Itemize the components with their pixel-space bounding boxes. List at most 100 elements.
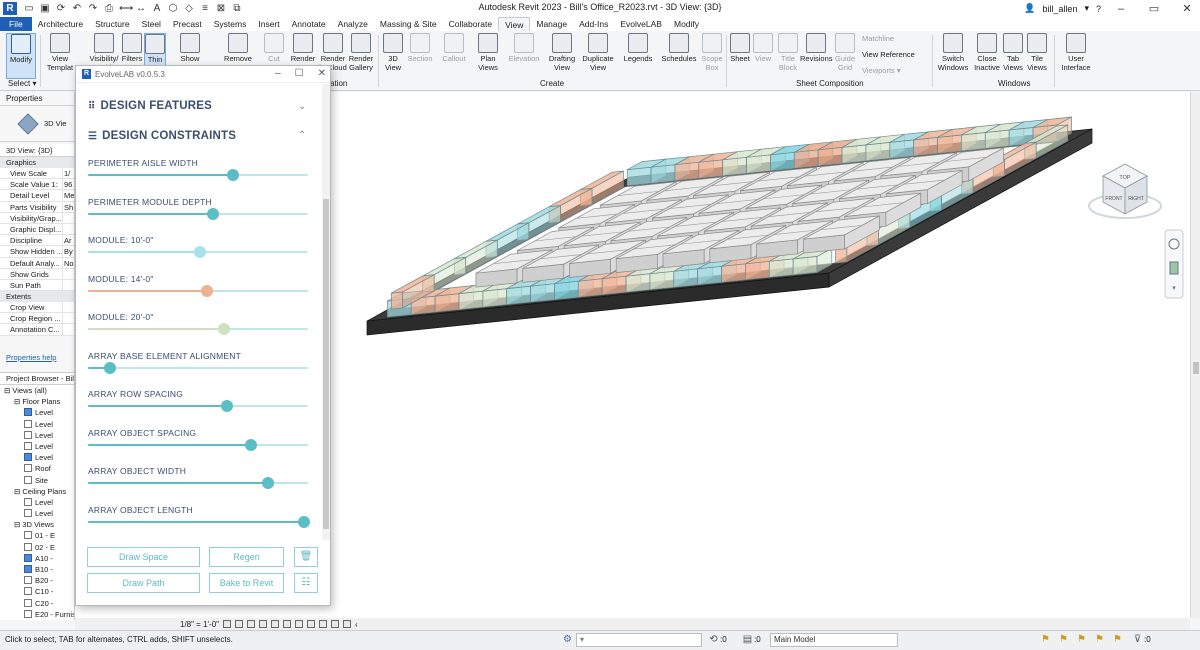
revisions-button[interactable]: Revisions — [800, 33, 833, 64]
property-row[interactable]: Scale Value 1: 96 — [0, 179, 74, 191]
view-reference-button[interactable]: View Reference — [862, 50, 915, 59]
tab-file[interactable]: File — [0, 17, 32, 31]
dialog-scrollbar[interactable] — [322, 84, 330, 540]
render-button[interactable]: Render — [289, 33, 317, 64]
minimize-button[interactable]: – — [1108, 3, 1134, 15]
dimension-icon[interactable]: ↔ — [135, 3, 147, 15]
property-value[interactable] — [63, 269, 74, 279]
legends-button[interactable]: Legends — [622, 33, 654, 64]
guide-grid-button[interactable]: Guide Grid — [834, 33, 856, 72]
3d-view-icon[interactable]: ⬡ — [167, 3, 179, 15]
signin-icon[interactable]: 👤 — [1024, 3, 1035, 14]
tab-systems[interactable]: Systems — [208, 17, 253, 31]
browser-item[interactable]: B20 - — [0, 575, 74, 586]
viewports-dropdown[interactable]: Viewports ▾ — [862, 66, 901, 75]
trash-icon[interactable]: 🗑 — [294, 547, 318, 567]
browser-item[interactable]: Site — [0, 475, 74, 486]
property-value[interactable]: Ar — [63, 235, 74, 245]
tile-views-button[interactable]: Tile Views — [1026, 33, 1048, 72]
close-button[interactable]: ✕ — [1174, 2, 1200, 15]
browser-item[interactable]: Level — [0, 407, 74, 418]
slider-handle[interactable] — [104, 361, 116, 374]
save-icon[interactable]: ▣ — [39, 3, 51, 15]
plan-views-button[interactable]: Plan Views — [476, 33, 500, 72]
property-value[interactable] — [63, 280, 74, 290]
tab-modify[interactable]: Modify — [668, 17, 705, 31]
type-selector[interactable]: 3D Vie — [0, 106, 74, 142]
duplicate-view-button[interactable]: Duplicate View — [580, 33, 616, 72]
view-templates-button[interactable]: View Templat — [44, 33, 76, 72]
browser-item[interactable]: ⊟ Views (all) — [0, 385, 74, 396]
user-name[interactable]: bill_allen — [1042, 4, 1077, 14]
title-block-button[interactable]: Title Block — [776, 33, 800, 72]
browser-item[interactable]: Level — [0, 452, 74, 463]
section-extents[interactable]: Extents — [0, 291, 74, 303]
property-row[interactable]: Show Grids — [0, 268, 74, 280]
slider-track[interactable] — [88, 438, 308, 451]
browser-item[interactable]: Level — [0, 508, 74, 519]
reveal-hidden-icon[interactable] — [331, 620, 340, 628]
draw-path-button[interactable]: Draw Path — [87, 573, 200, 593]
property-row[interactable]: Annotation C... — [0, 324, 74, 336]
lock-view-icon[interactable] — [307, 620, 316, 628]
property-row[interactable]: View Scale 1/ — [0, 168, 74, 180]
property-value[interactable]: Me — [63, 190, 74, 200]
redo-icon[interactable]: ↷ — [87, 3, 99, 15]
property-value[interactable] — [63, 224, 74, 234]
drag-elements-icon[interactable]: ⚑ — [1112, 634, 1123, 645]
dialog-minimize-button[interactable]: – — [275, 68, 281, 79]
view-scale[interactable]: 1/8" = 1'-0" — [180, 620, 219, 629]
visual-style-icon[interactable] — [235, 620, 244, 628]
remove-button[interactable]: Remove — [222, 33, 254, 64]
design-features-header[interactable]: ⠿ DESIGN FEATURES — [88, 100, 212, 112]
matchline-button[interactable]: Matchline — [862, 34, 894, 43]
slider-handle[interactable] — [200, 284, 213, 297]
slider-track[interactable] — [88, 515, 310, 528]
property-value[interactable]: Sh — [63, 202, 74, 212]
property-row[interactable]: Visibility/Grap... — [0, 212, 74, 224]
slider-handle[interactable] — [227, 169, 240, 181]
property-value[interactable] — [63, 324, 74, 334]
slider-handle[interactable] — [244, 438, 257, 451]
slider-handle[interactable] — [262, 477, 275, 489]
switch-windows-icon[interactable]: ⧉ — [231, 3, 243, 15]
collapse-arrow-icon[interactable]: ‹ — [355, 620, 358, 629]
dialog-titlebar[interactable]: R EvolveLAB v0.0.5.3 – ☐ ✕ — [76, 66, 330, 83]
slider-handle[interactable] — [220, 400, 233, 412]
scope-box-button[interactable]: Scope Box — [700, 33, 724, 72]
view-cube[interactable]: TOP FRONT RIGHT — [1088, 163, 1162, 219]
cart-icon[interactable]: ▾ — [1084, 3, 1089, 14]
slider-track[interactable] — [88, 400, 308, 412]
detail-level-icon[interactable] — [223, 620, 232, 628]
section-graphics[interactable]: Graphics — [0, 157, 74, 168]
measure-icon[interactable]: ⟷ — [119, 3, 133, 15]
tab-analyze[interactable]: Analyze — [332, 17, 374, 31]
close-inactive-button[interactable]: Close Inactive — [972, 33, 1002, 72]
temp-hide-icon[interactable] — [319, 620, 328, 628]
show-button[interactable]: Show — [177, 33, 203, 64]
browser-item[interactable]: C10 - — [0, 586, 74, 597]
dialog-close-button[interactable]: ✕ — [318, 68, 326, 79]
regen-button[interactable]: Regen — [209, 547, 284, 567]
property-row[interactable]: Graphic Displ... — [0, 223, 74, 236]
property-value[interactable]: 1/ — [63, 168, 74, 178]
property-row[interactable]: Discipline Ar — [0, 235, 74, 247]
browser-item[interactable]: Level — [0, 441, 74, 452]
tab-views-button[interactable]: Tab Views — [1002, 33, 1024, 72]
close-hidden-icon[interactable]: ⊠ — [215, 3, 227, 15]
scroll-thumb[interactable] — [1193, 362, 1199, 374]
browser-item[interactable]: 01 - E — [0, 530, 74, 541]
help-icon[interactable]: ? — [1096, 4, 1101, 14]
table-list-icon[interactable]: ☷ — [294, 573, 318, 593]
crop-region-icon[interactable] — [295, 620, 304, 628]
drafting-view-button[interactable]: Drafting View — [546, 33, 578, 72]
slider-track[interactable] — [88, 323, 308, 335]
property-row[interactable]: Crop View — [0, 302, 74, 314]
workset-icon[interactable]: ⚙ — [562, 634, 573, 645]
property-row[interactable]: Sun Path — [0, 279, 74, 292]
browser-item[interactable]: A10 - — [0, 553, 74, 564]
render-dialog-icon[interactable] — [271, 620, 280, 628]
modify-button[interactable]: Modify — [6, 33, 36, 79]
maximize-button[interactable]: ▭ — [1141, 2, 1167, 15]
crop-view-icon[interactable] — [283, 620, 292, 628]
